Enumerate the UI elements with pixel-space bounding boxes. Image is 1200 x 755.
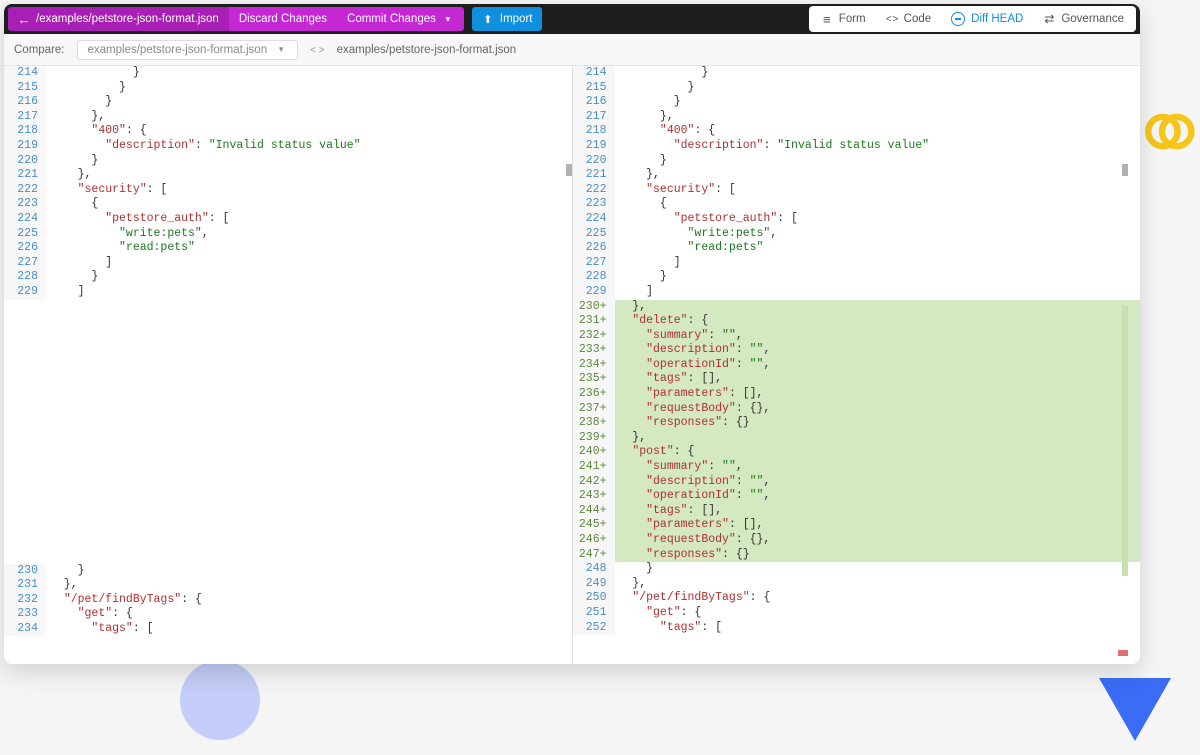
discard-changes-button[interactable]: Discard Changes [229, 7, 337, 31]
compare-bar: Compare: examples/petstore-json-format.j… [4, 34, 1140, 66]
code-line: 219 "description": "Invalid status value… [4, 139, 572, 154]
decorative-triangle-icon [1090, 660, 1180, 750]
app-window: /examples/petstore-json-format.json Disc… [4, 4, 1140, 664]
code-line: 242+ "description": "", [573, 475, 1141, 490]
diff-right-pane[interactable]: 214 }215 }216 }217 },218 "400": {219 "de… [573, 66, 1141, 664]
code-line: 216 } [4, 95, 572, 110]
code-line: 218 "400": { [4, 124, 572, 139]
compare-label: Compare: [14, 44, 65, 56]
code-line: 214 } [4, 66, 572, 81]
arrow-left-icon [18, 13, 30, 25]
code-line: 218 "400": { [573, 124, 1141, 139]
main-toolbar: /examples/petstore-json-format.json Disc… [4, 4, 1140, 34]
code-line: 220 } [573, 154, 1141, 169]
code-line: 249 }, [573, 577, 1141, 592]
code-line: 216 } [573, 95, 1141, 110]
code-line: 246+ "requestBody": {}, [573, 533, 1141, 548]
back-button[interactable]: /examples/petstore-json-format.json [8, 7, 229, 31]
code-line: 235+ "tags": [], [573, 372, 1141, 387]
code-line: 227 ] [4, 256, 572, 271]
diff-view: 214 }215 }216 }217 },218 "400": {219 "de… [4, 66, 1140, 664]
code-line: 228 } [4, 270, 572, 285]
code-line: 215 } [4, 81, 572, 96]
code-line: 233 "get": { [4, 607, 572, 622]
chevron-down-icon [275, 44, 287, 56]
code-line: 225 "write:pets", [4, 227, 572, 242]
decorative-rings-icon [1140, 104, 1195, 159]
code-line: 243+ "operationId": "", [573, 489, 1141, 504]
code-line: 225 "write:pets", [573, 227, 1141, 242]
code-line: 231 }, [4, 578, 572, 593]
code-line: 229 ] [573, 285, 1141, 300]
governance-view-button[interactable]: Governance [1033, 8, 1134, 30]
code-line: 250 "/pet/findByTags": { [573, 591, 1141, 606]
view-switcher: Form Code Diff HEAD Governance [809, 6, 1136, 32]
code-line: 222 "security": [ [573, 183, 1141, 198]
scroll-marker [566, 164, 572, 176]
code-line: 241+ "summary": "", [573, 460, 1141, 475]
code-line: 221 }, [573, 168, 1141, 183]
code-line: 244+ "tags": [], [573, 504, 1141, 519]
code-line: 224 "petstore_auth": [ [4, 212, 572, 227]
form-view-button[interactable]: Form [811, 8, 876, 30]
code-line: 219 "description": "Invalid status value… [573, 139, 1141, 154]
code-line: 251 "get": { [573, 606, 1141, 621]
commit-changes-button[interactable]: Commit Changes [337, 7, 464, 31]
file-path-label: /examples/petstore-json-format.json [36, 13, 219, 25]
code-line: 248 } [573, 562, 1141, 577]
import-button[interactable]: Import [472, 7, 543, 31]
chevron-down-icon [442, 13, 454, 25]
code-line: 238+ "responses": {} [573, 416, 1141, 431]
code-line: 224 "petstore_auth": [ [573, 212, 1141, 227]
code-line: 234+ "operationId": "", [573, 358, 1141, 373]
code-line: 214 } [573, 66, 1141, 81]
code-line: 236+ "parameters": [], [573, 387, 1141, 402]
code-line: 217 }, [4, 110, 572, 125]
code-line: 240+ "post": { [573, 445, 1141, 460]
swap-icon[interactable] [310, 44, 324, 56]
code-line: 252 "tags": [ [573, 621, 1141, 636]
code-line: 228 } [573, 270, 1141, 285]
code-line: 229 ] [4, 285, 572, 300]
code-line: 247+ "responses": {} [573, 548, 1141, 563]
upload-icon [482, 13, 494, 25]
governance-icon [1043, 13, 1055, 25]
compare-right-file: examples/petstore-json-format.json [337, 44, 517, 56]
code-line: 223 { [4, 197, 572, 212]
code-line: 232 "/pet/findByTags": { [4, 593, 572, 608]
code-line: 230 } [4, 564, 572, 579]
code-view-button[interactable]: Code [876, 8, 942, 30]
code-line: 220 } [4, 154, 572, 169]
decorative-circle-icon [180, 660, 260, 740]
code-line: 222 "security": [ [4, 183, 572, 198]
code-line: 245+ "parameters": [], [573, 518, 1141, 533]
scroll-marker [1122, 164, 1128, 176]
diff-left-pane[interactable]: 214 }215 }216 }217 },218 "400": {219 "de… [4, 66, 573, 664]
code-line: 221 }, [4, 168, 572, 183]
code-line: 217 }, [573, 110, 1141, 125]
commit-label: Commit Changes [347, 13, 436, 25]
code-line: 226 "read:pets" [573, 241, 1141, 256]
added-region-marker [1122, 306, 1128, 576]
import-label: Import [500, 13, 533, 25]
code-line: 230+ }, [573, 300, 1141, 315]
code-line: 227 ] [573, 256, 1141, 271]
code-line: 234 "tags": [ [4, 622, 572, 637]
code-line: 233+ "description": "", [573, 343, 1141, 358]
code-icon [886, 13, 898, 25]
code-line: 215 } [573, 81, 1141, 96]
removed-marker [1118, 650, 1128, 656]
list-icon [821, 13, 833, 25]
code-line: 226 "read:pets" [4, 241, 572, 256]
diff-icon [951, 12, 965, 26]
code-line: 231+ "delete": { [573, 314, 1141, 329]
code-line: 237+ "requestBody": {}, [573, 402, 1141, 417]
code-line: 239+ }, [573, 431, 1141, 446]
diff-view-button[interactable]: Diff HEAD [941, 8, 1033, 30]
code-line: 223 { [573, 197, 1141, 212]
code-line: 232+ "summary": "", [573, 329, 1141, 344]
compare-left-dropdown[interactable]: examples/petstore-json-format.json [77, 40, 299, 60]
